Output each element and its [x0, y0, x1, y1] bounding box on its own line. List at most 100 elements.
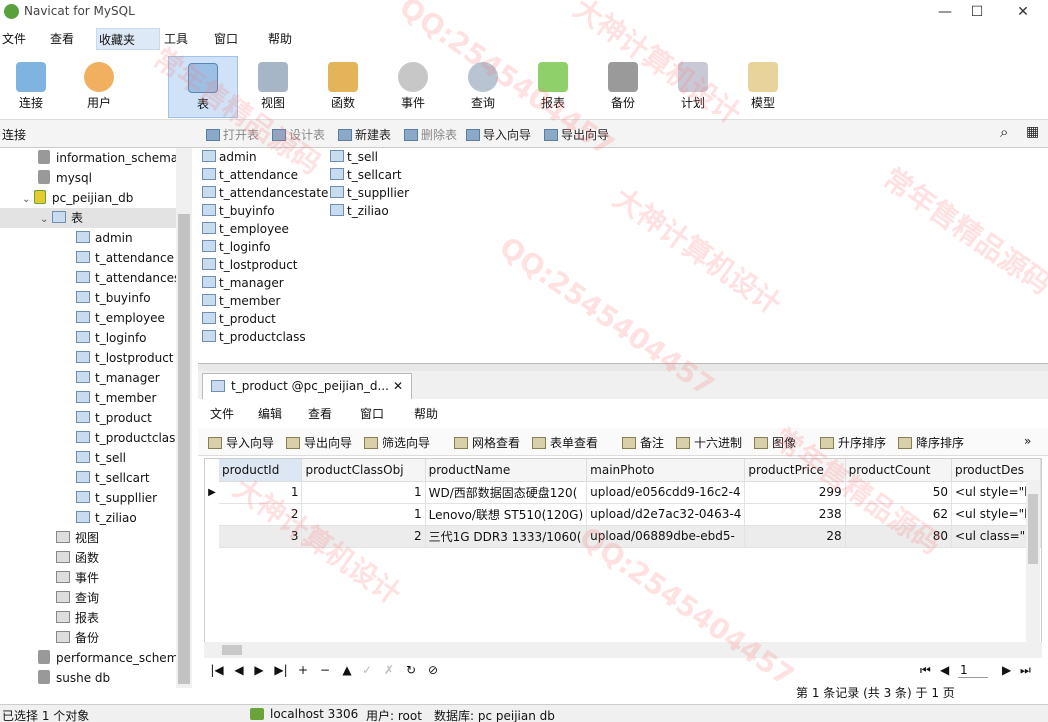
tree-db-information-schema[interactable]: information_schema [38, 148, 178, 168]
object-list-table[interactable]: t_attendancestate [202, 184, 328, 202]
export-wizard-button[interactable]: 导出向导 [286, 434, 352, 451]
object-list-table[interactable]: t_buyinfo [202, 202, 275, 220]
toolbar-event-button[interactable]: 事件 [378, 56, 448, 118]
table-cell[interactable]: 2 [301, 525, 426, 548]
first-page-icon[interactable]: ⏮ [920, 663, 931, 678]
tree-folder-item[interactable]: 视图 [56, 528, 99, 548]
minimize-button[interactable]: — [930, 2, 960, 22]
tree-table-item[interactable]: t_ziliao [76, 508, 137, 528]
toolbar-view-button[interactable]: 视图 [238, 56, 308, 118]
toolbar-model-button[interactable]: 模型 [728, 56, 798, 118]
form-view-button[interactable]: 表单查看 [532, 434, 598, 451]
tree-table-item[interactable]: t_employee [76, 308, 165, 328]
tree-table-item[interactable]: t_product [76, 408, 152, 428]
view-mode-icon[interactable]: ▦ [1026, 124, 1039, 140]
tree-scrollbar[interactable] [176, 148, 192, 688]
menu-help[interactable]: 帮助 [266, 28, 294, 50]
tree-db-performance-schema[interactable]: performance_schem [38, 648, 178, 668]
inner-menu-view[interactable]: 查看 [308, 405, 332, 422]
tree-folder-item[interactable]: 报表 [56, 608, 99, 628]
sort-desc-button[interactable]: 降序排序 [898, 434, 964, 451]
tree-folder-item[interactable]: 函数 [56, 548, 99, 568]
object-list-table[interactable]: t_suppllier [330, 184, 409, 202]
table-cell[interactable]: upload/06889dbe-ebd5- [586, 525, 746, 548]
tree-folder-item[interactable]: 查询 [56, 588, 99, 608]
tree-table-item[interactable]: t_sell [76, 448, 126, 468]
toolbar-report-button[interactable]: 报表 [518, 56, 588, 118]
inner-menu-file[interactable]: 文件 [210, 405, 234, 422]
table-cell[interactable]: upload/e056cdd9-16c2-4 [586, 481, 746, 504]
column-header[interactable]: productName [425, 459, 588, 482]
table-row[interactable]: 3 2 三代1G DDR3 1333/1060(upload/06889dbe-eb… [219, 525, 1041, 548]
object-list-table[interactable]: t_productclass [202, 328, 306, 346]
prev-record-button[interactable]: ◀ [230, 663, 248, 677]
column-header[interactable]: productDes [951, 459, 1041, 482]
refresh-button[interactable]: ↻ [402, 663, 420, 677]
column-header[interactable]: mainPhoto [586, 459, 746, 482]
close-button[interactable]: ✕ [1008, 2, 1038, 22]
table-cell[interactable]: 238 [744, 503, 846, 526]
table-cell[interactable]: 三代1G DDR3 1333/1060( [425, 525, 588, 548]
import-wizard-button[interactable]: 导入向导 [208, 434, 274, 451]
last-record-button[interactable]: ▶| [272, 663, 290, 677]
cancel-edit-button[interactable]: ✗ [380, 663, 398, 677]
delete-record-button[interactable]: − [316, 663, 334, 677]
table-cell[interactable]: 1 [301, 481, 426, 504]
tree-table-item[interactable]: admin [76, 228, 133, 248]
table-cell[interactable]: 62 [845, 503, 952, 526]
object-list-table[interactable]: t_loginfo [202, 238, 271, 256]
tree-db-sushe-db[interactable]: sushe db [38, 668, 110, 688]
toolbar-user-button[interactable]: 用户 [64, 56, 134, 118]
object-list-table[interactable]: t_product [202, 310, 276, 328]
table-cell[interactable]: 50 [845, 481, 952, 504]
stop-button[interactable]: ⊘ [424, 663, 442, 677]
sort-asc-button[interactable]: 升序排序 [820, 434, 886, 451]
table-cell[interactable]: 299 [744, 481, 846, 504]
toolbar-table-button[interactable]: 表 [168, 56, 238, 118]
next-record-button[interactable]: ▶ [250, 663, 268, 677]
tree-folder-item[interactable]: 备份 [56, 628, 99, 648]
table-cell[interactable]: WD/西部数据固态硬盘120( [425, 481, 588, 504]
menu-file[interactable]: 文件 [0, 28, 28, 50]
close-tab-button[interactable]: ✕ [393, 374, 403, 398]
open-table-button[interactable]: 打开表 [206, 126, 259, 143]
hex-button[interactable]: 十六进制 [676, 434, 742, 451]
design-table-button[interactable]: 设计表 [272, 126, 325, 143]
delete-table-button[interactable]: 删除表 [404, 126, 457, 143]
filter-wizard-button[interactable]: 筛选向导 [364, 434, 430, 451]
more-tools-icon[interactable]: » [1024, 434, 1031, 448]
tree-table-item[interactable]: t_attendance [76, 248, 174, 268]
inner-menu-window[interactable]: 窗口 [360, 405, 384, 422]
first-record-button[interactable]: |◀ [208, 663, 226, 677]
table-row[interactable]: 1 1 WD/西部数据固态硬盘120(upload/e056cdd9-16c2-4 2… [219, 481, 1041, 504]
object-list-table[interactable]: t_member [202, 292, 280, 310]
inner-menu-help[interactable]: 帮助 [414, 405, 438, 422]
grid-view-button[interactable]: 网格查看 [454, 434, 520, 451]
tree-table-item[interactable]: t_suppllier [76, 488, 157, 508]
tree-table-item[interactable]: t_sellcart [76, 468, 150, 488]
search-icon[interactable]: ⌕ [1000, 123, 1008, 141]
table-cell[interactable]: upload/d2e7ac32-0463-4 [586, 503, 746, 526]
memo-button[interactable]: 备注 [622, 434, 664, 451]
grid-hscroll-thumb[interactable] [222, 645, 242, 655]
inner-menu-edit[interactable]: 编辑 [258, 405, 282, 422]
tree-table-item[interactable]: t_manager [76, 368, 160, 388]
object-list-table[interactable]: t_attendance [202, 166, 298, 184]
tree-folder-item[interactable]: 事件 [56, 568, 99, 588]
tree-table-item[interactable]: t_attendances [76, 268, 180, 288]
table-cell[interactable]: Lenovo/联想 ST510(120G) [425, 503, 588, 526]
up-button[interactable]: ▲ [338, 663, 356, 677]
next-page-icon[interactable]: ▶ [1002, 663, 1011, 677]
menu-window[interactable]: 窗口 [212, 28, 240, 50]
tree-db-mysql[interactable]: mysql [38, 168, 92, 188]
table-cell[interactable]: 28 [744, 525, 846, 548]
table-cell[interactable]: 2 [219, 503, 303, 526]
tree-table-item[interactable]: t_buyinfo [76, 288, 151, 308]
table-cell[interactable]: 80 [845, 525, 952, 548]
grid-horizontal-scrollbar[interactable] [204, 642, 1042, 658]
toolbar-query-button[interactable]: 查询 [448, 56, 518, 118]
tree-table-item[interactable]: t_lostproduct [76, 348, 174, 368]
maximize-button[interactable]: ☐ [962, 2, 992, 22]
toolbar-connection-button[interactable]: 连接 [0, 56, 66, 118]
add-record-button[interactable]: + [294, 663, 312, 677]
